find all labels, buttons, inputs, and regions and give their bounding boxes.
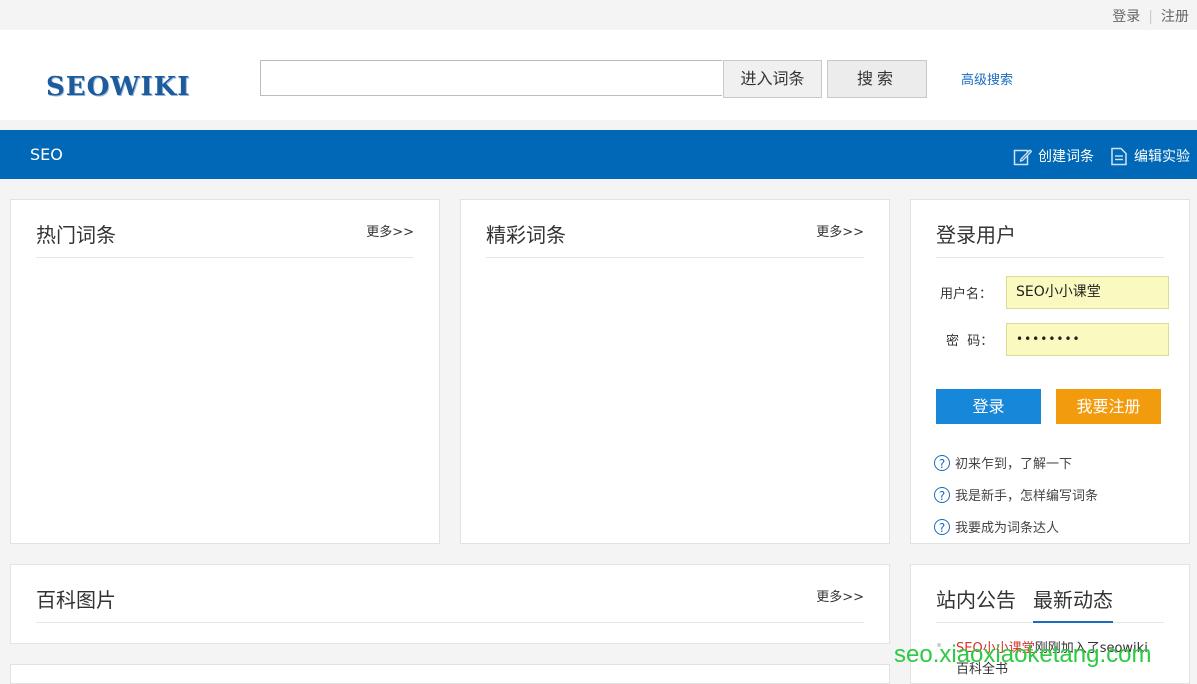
top-login-link[interactable]: 登录 bbox=[1112, 6, 1140, 26]
active-tab-indicator bbox=[1033, 621, 1113, 623]
document-icon bbox=[1111, 147, 1127, 165]
hot-more-link[interactable]: 更多>> bbox=[366, 221, 414, 240]
search-button[interactable]: 搜索 bbox=[827, 60, 927, 98]
tab-announcements[interactable]: 站内公告 bbox=[936, 584, 1016, 613]
login-button[interactable]: 登录 bbox=[936, 389, 1041, 424]
watermark: seo.xiaoxiaoketang.com bbox=[894, 641, 1152, 668]
help-link-label: 初来乍到，了解一下 bbox=[955, 457, 1073, 472]
nav-bar: SEO 创建词条 编辑实验 bbox=[0, 130, 1197, 179]
divider bbox=[36, 622, 864, 623]
register-button[interactable]: 我要注册 bbox=[1056, 389, 1161, 424]
help-link-newbie[interactable]: ? 我是新手，怎样编写词条 bbox=[934, 485, 1098, 504]
top-bar: 登录 | 注册 bbox=[0, 0, 1197, 30]
featured-entries-panel: 精彩词条 更多>> bbox=[460, 199, 890, 544]
featured-more-link[interactable]: 更多>> bbox=[816, 221, 864, 240]
question-icon: ? bbox=[934, 486, 950, 503]
featured-entries-title: 精彩词条 bbox=[486, 223, 566, 247]
top-links: 登录 | 注册 bbox=[1112, 6, 1189, 26]
pictures-panel: 百科图片 更多>> bbox=[10, 564, 890, 644]
edit-icon bbox=[1013, 148, 1032, 165]
divider: | bbox=[1148, 9, 1153, 25]
site-logo[interactable]: SEOWIKI bbox=[46, 72, 190, 102]
password-label: 密 码： bbox=[946, 334, 994, 349]
top-register-link[interactable]: 注册 bbox=[1161, 6, 1189, 26]
password-field[interactable]: •••••••• bbox=[1006, 323, 1169, 356]
header: SEOWIKI 进入词条 搜索 高级搜索 bbox=[0, 30, 1197, 120]
tab-latest-news[interactable]: 最新动态 bbox=[1033, 584, 1113, 613]
divider bbox=[36, 257, 414, 258]
login-panel: 登录用户 用户名： SEO小小课堂 密 码： •••••••• 登录 我要注册 … bbox=[910, 199, 1190, 544]
enter-entry-button[interactable]: 进入词条 bbox=[723, 60, 822, 98]
edit-lab-label: 编辑实验 bbox=[1134, 149, 1190, 165]
nav-site-label[interactable]: SEO bbox=[30, 145, 63, 164]
edit-lab-button[interactable]: 编辑实验 bbox=[1110, 146, 1190, 166]
help-link-label: 我是新手，怎样编写词条 bbox=[955, 489, 1099, 504]
help-link-expert[interactable]: ? 我要成为词条达人 bbox=[934, 517, 1059, 536]
username-label: 用户名： bbox=[940, 287, 993, 302]
next-panel bbox=[10, 664, 890, 684]
nav-actions: 创建词条 编辑实验 bbox=[997, 146, 1190, 166]
hot-entries-panel: 热门词条 更多>> bbox=[10, 199, 440, 544]
help-link-label: 我要成为词条达人 bbox=[955, 521, 1060, 536]
pictures-title: 百科图片 bbox=[36, 588, 116, 612]
username-field[interactable]: SEO小小课堂 bbox=[1006, 276, 1169, 309]
question-icon: ? bbox=[934, 454, 950, 471]
divider bbox=[486, 257, 864, 258]
search-input[interactable] bbox=[260, 60, 722, 96]
create-entry-button[interactable]: 创建词条 bbox=[1013, 146, 1094, 166]
question-icon: ? bbox=[934, 518, 950, 535]
create-entry-label: 创建词条 bbox=[1038, 149, 1094, 165]
pictures-more-link[interactable]: 更多>> bbox=[816, 586, 864, 605]
divider bbox=[936, 257, 1164, 258]
help-link-intro[interactable]: ? 初来乍到，了解一下 bbox=[934, 453, 1072, 472]
hot-entries-title: 热门词条 bbox=[36, 223, 116, 247]
login-panel-title: 登录用户 bbox=[936, 223, 1016, 247]
advanced-search-link[interactable]: 高级搜索 bbox=[961, 69, 1013, 88]
